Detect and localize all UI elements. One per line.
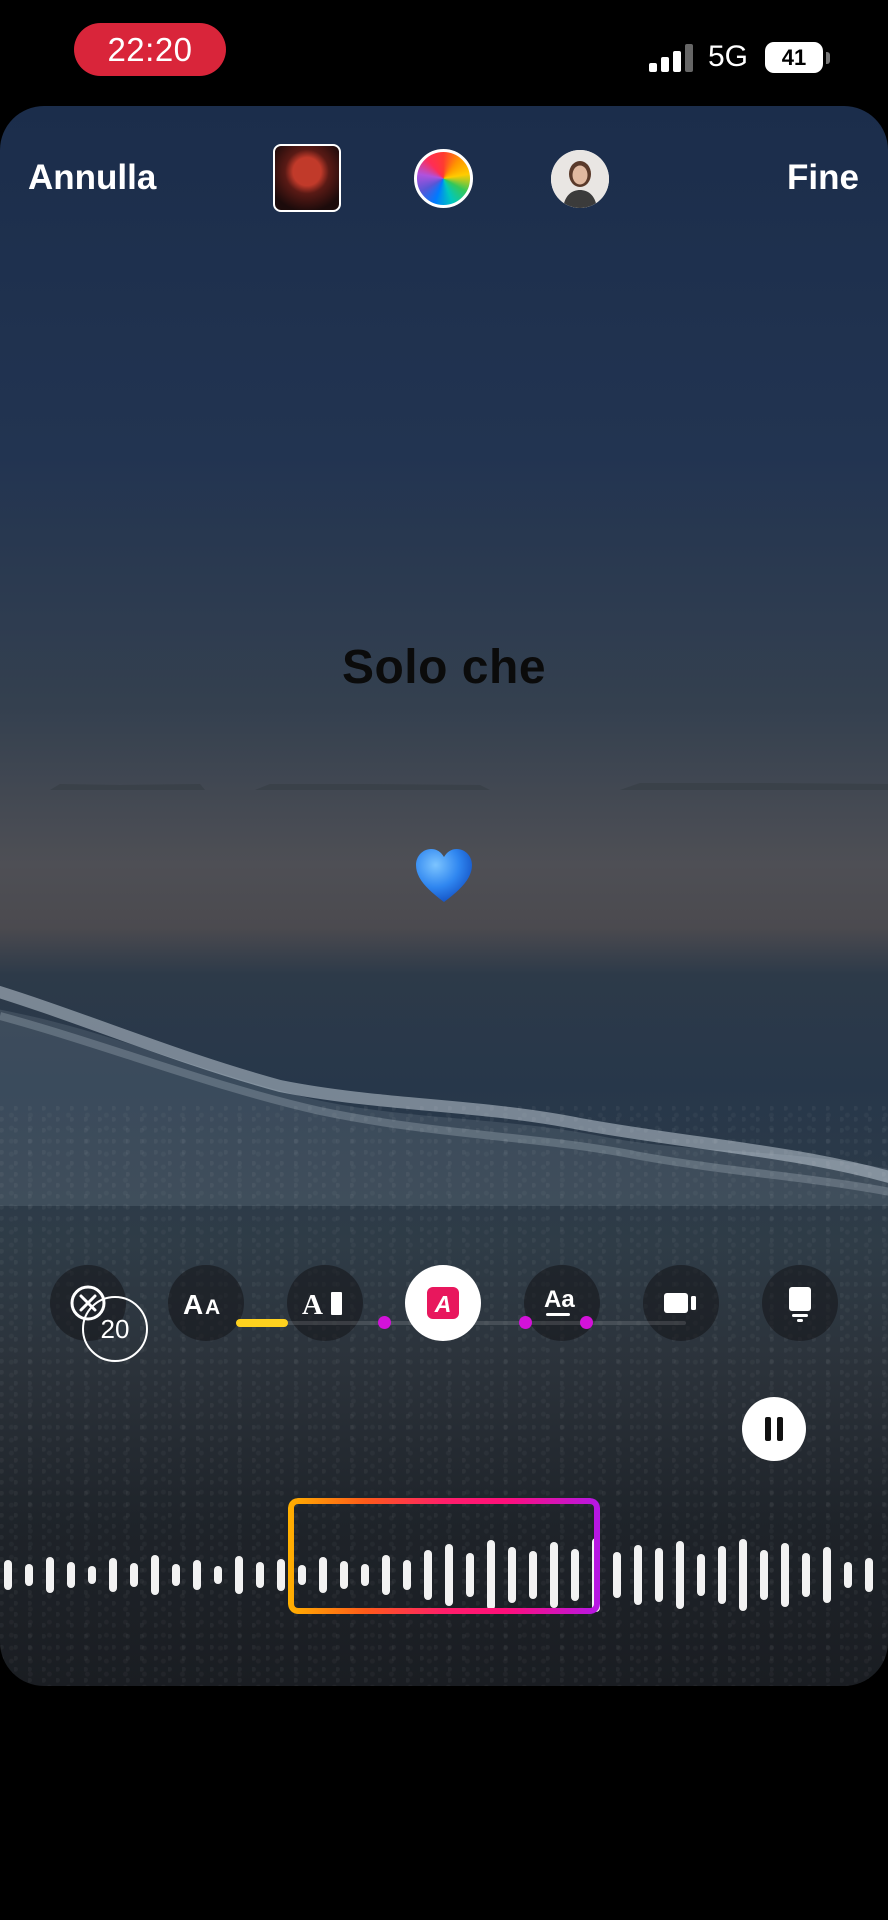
album-cover-thumbnail[interactable] <box>273 144 341 212</box>
style-typewriter-button[interactable]: A <box>287 1265 363 1341</box>
status-time[interactable]: 22:20 <box>74 23 226 76</box>
waveform-bar <box>130 1563 138 1587</box>
waveform-bar <box>739 1539 747 1611</box>
svg-text:A: A <box>434 1291 452 1317</box>
blue-heart-sticker[interactable] <box>415 848 473 904</box>
waveform-bar <box>634 1545 642 1605</box>
font-size-icon: A A <box>183 1289 220 1318</box>
waveform-bar <box>67 1562 75 1588</box>
waveform-bar <box>655 1548 663 1602</box>
waveform-bar <box>172 1564 180 1586</box>
style-poster-card-button[interactable] <box>762 1265 838 1341</box>
network-type: 5G <box>708 40 749 73</box>
style-video-card-button[interactable] <box>643 1265 719 1341</box>
highlight-style-icon: A <box>427 1287 459 1319</box>
waveform-bar <box>718 1546 726 1604</box>
battery-tip <box>826 52 830 64</box>
pause-icon <box>765 1417 783 1441</box>
style-font-size-button[interactable]: A A <box>168 1265 244 1341</box>
waveform-bar <box>844 1562 852 1588</box>
waveform-bar <box>802 1553 810 1597</box>
waveform-bar <box>823 1547 831 1603</box>
pause-button[interactable] <box>742 1397 806 1461</box>
waveform-bar <box>109 1558 117 1592</box>
person-avatar-icon <box>551 150 609 208</box>
waveform-bar <box>4 1560 12 1590</box>
waveform-bar <box>193 1560 201 1590</box>
waveform-bar <box>88 1566 96 1584</box>
waveform-bar <box>277 1559 285 1591</box>
waveform-bar <box>151 1555 159 1595</box>
waveform-bar <box>25 1564 33 1586</box>
waveform-bar <box>613 1552 621 1598</box>
waveform-bar <box>697 1554 705 1596</box>
cellular-signal-icon <box>649 44 693 72</box>
svg-text:A: A <box>302 1289 323 1318</box>
text-underline-icon: Aa <box>544 1286 575 1316</box>
waveform-bar <box>214 1566 222 1584</box>
style-underline-button[interactable]: Aa <box>524 1265 600 1341</box>
battery-indicator: 41 <box>765 42 823 73</box>
waveform-bar <box>256 1562 264 1588</box>
color-picker-button[interactable] <box>414 149 473 208</box>
typewriter-style-icon: A <box>302 1289 342 1318</box>
video-card-icon <box>664 1293 696 1313</box>
lyrics-sticker-text[interactable]: Solo che <box>0 640 888 695</box>
cancel-button[interactable]: Annulla <box>28 158 156 198</box>
lyric-marker[interactable] <box>519 1316 532 1329</box>
lyric-marker[interactable] <box>378 1316 391 1329</box>
status-bar: 22:20 5G 41 <box>0 0 888 104</box>
waveform-bar <box>865 1558 873 1592</box>
waveform-bar <box>46 1557 54 1593</box>
clip-selection-frame[interactable] <box>288 1498 600 1614</box>
horizon-rocks <box>50 783 888 790</box>
poster-card-icon <box>789 1287 811 1322</box>
style-highlight-button[interactable]: A <box>405 1265 481 1341</box>
user-avatar[interactable] <box>551 150 609 208</box>
clip-duration-button[interactable]: 20 <box>82 1296 148 1362</box>
lyric-marker[interactable] <box>580 1316 593 1329</box>
lyrics-timeline-track[interactable] <box>236 1321 686 1325</box>
done-button[interactable]: Fine <box>787 158 859 198</box>
svg-text:Aa: Aa <box>544 1286 575 1313</box>
svg-text:A: A <box>183 1289 203 1318</box>
waveform-bar <box>760 1550 768 1600</box>
waveform-bar <box>781 1543 789 1607</box>
waveform-bar <box>676 1541 684 1609</box>
waveform-bar <box>235 1556 243 1594</box>
svg-text:A: A <box>205 1296 220 1318</box>
lyrics-progress-indicator <box>236 1319 288 1327</box>
